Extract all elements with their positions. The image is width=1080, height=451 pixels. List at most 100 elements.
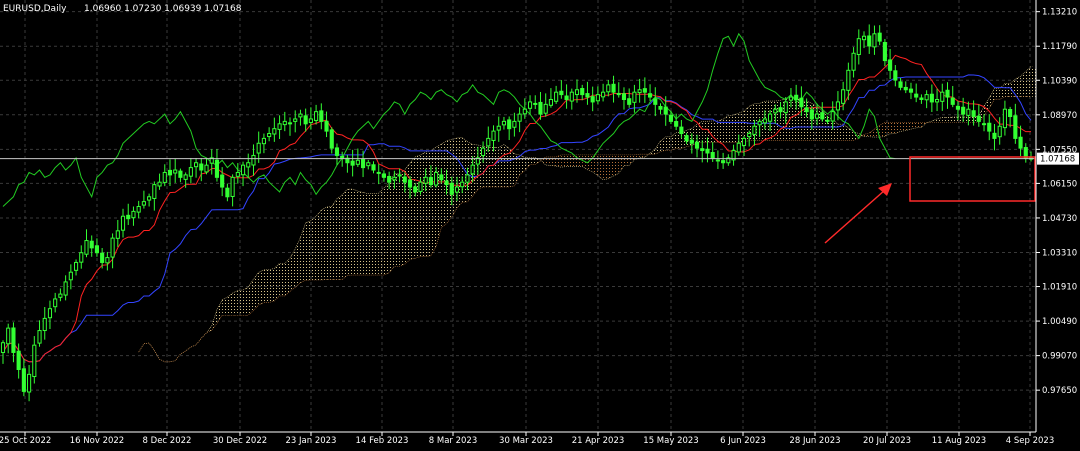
candle-body — [882, 42, 887, 62]
candle — [877, 25, 882, 46]
y-tick-label: 1.11790 — [1042, 42, 1077, 52]
cloud-segment — [832, 119, 838, 141]
candle-body — [214, 159, 220, 178]
cloud-segment — [310, 216, 317, 280]
cloud-segment — [326, 206, 332, 280]
candle-body — [987, 122, 992, 132]
candle — [611, 75, 616, 103]
candle-body — [762, 118, 767, 124]
y-tick-label: 1.00490 — [1042, 317, 1077, 327]
candle-body — [778, 107, 783, 113]
candle-body — [992, 132, 997, 139]
candle-body — [256, 142, 261, 154]
candle — [298, 109, 303, 126]
candle — [935, 88, 940, 112]
candle — [73, 259, 79, 276]
candle — [277, 115, 282, 139]
candle-body — [350, 160, 355, 166]
candle — [287, 117, 293, 136]
candle — [272, 117, 277, 142]
cloud-segment — [357, 191, 364, 276]
candle — [564, 84, 569, 109]
candle — [606, 80, 611, 97]
candle — [648, 84, 653, 101]
candle-body — [533, 102, 538, 105]
cloud-segment — [613, 154, 619, 176]
candle-body — [606, 84, 611, 93]
x-tick-label: 30 Dec 2022 — [213, 436, 267, 446]
candle-body — [449, 182, 454, 195]
candle — [178, 168, 183, 183]
candle — [214, 149, 220, 182]
axis-layer: 1.13210 1.11790 1.10390 1.08970 1.07550 1.061… — [0, 0, 1077, 446]
candle-body — [736, 142, 741, 153]
cloud-segment — [566, 154, 572, 167]
candle — [674, 113, 679, 131]
candle — [94, 238, 99, 257]
candle — [1018, 125, 1023, 157]
candle — [27, 365, 32, 402]
candle-body — [893, 70, 898, 81]
candle-body — [935, 98, 940, 103]
cloud-segment — [999, 83, 1005, 100]
candle-body — [715, 159, 720, 162]
candle — [376, 164, 381, 185]
candle-body — [929, 93, 934, 103]
cloud-segment — [248, 279, 254, 316]
candle-body — [564, 95, 569, 100]
candle — [517, 107, 522, 133]
candle-body — [694, 141, 700, 149]
candle-body — [413, 186, 418, 193]
candle-body — [684, 135, 689, 142]
candle-body — [115, 230, 120, 239]
annotation-arrow-shaft — [824, 189, 886, 244]
candle — [105, 251, 110, 271]
cloud-segment — [900, 122, 906, 132]
cloud-segment — [342, 189, 348, 280]
cloud-segment — [222, 297, 228, 316]
candle-body — [308, 118, 313, 123]
candle — [147, 193, 152, 207]
candle — [0, 340, 6, 364]
candle-body — [679, 126, 684, 135]
candle-body — [79, 252, 84, 263]
candle-body — [371, 164, 376, 171]
candle-body — [267, 133, 272, 138]
candle-body — [94, 245, 99, 254]
candle-body — [658, 106, 663, 110]
candle-body — [481, 147, 486, 156]
candle-body — [58, 293, 63, 298]
candle-body — [486, 137, 491, 147]
cloud-segment — [942, 117, 948, 123]
y-tick-label: 1.06150 — [1042, 179, 1077, 189]
cloud-segment — [952, 117, 958, 123]
candle-body — [710, 151, 715, 159]
cloud-segment — [811, 103, 818, 141]
candle — [569, 88, 574, 110]
candle — [872, 25, 877, 55]
candle — [314, 104, 319, 125]
candle — [157, 173, 162, 190]
cloud-segment — [676, 132, 682, 149]
candle-body — [42, 317, 47, 332]
candle-body — [287, 122, 293, 125]
candle — [888, 48, 893, 79]
candle-body — [867, 35, 872, 47]
cloud-segment — [243, 287, 249, 316]
candle-body — [334, 147, 340, 156]
x-tick-label: 14 Feb 2023 — [356, 436, 409, 446]
candle-body — [162, 171, 167, 183]
candle-body — [470, 164, 475, 175]
candle — [835, 91, 840, 121]
candle-body — [908, 88, 914, 93]
candle-body — [167, 169, 173, 176]
candle-body — [53, 298, 58, 308]
cloud-segment — [890, 122, 896, 134]
candle-body — [465, 174, 470, 183]
cloud-segment — [316, 210, 322, 280]
candle-body — [63, 281, 68, 296]
candle — [538, 91, 543, 120]
candle — [721, 152, 726, 169]
candle — [1008, 106, 1013, 128]
candle — [324, 111, 329, 138]
